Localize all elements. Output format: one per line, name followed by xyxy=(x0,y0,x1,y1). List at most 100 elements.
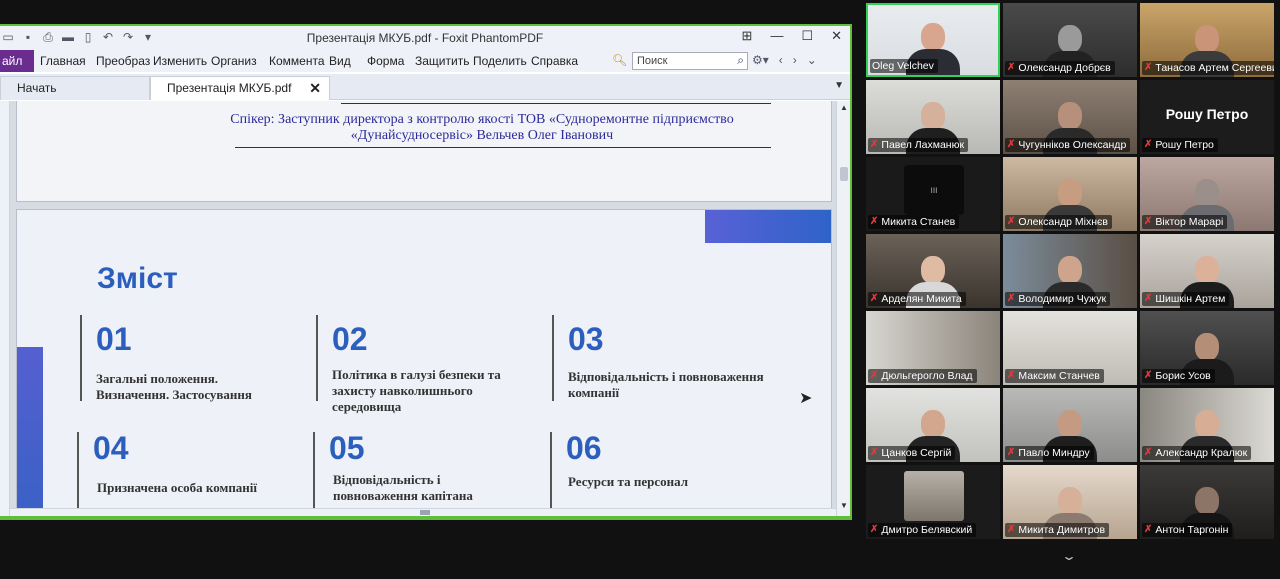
participant-tile[interactable]: ✗ Шишкін Артем xyxy=(1140,234,1274,308)
participant-tile[interactable]: ✗ Олександр Міхнєв xyxy=(1003,157,1137,231)
participant-tile[interactable]: ✗ Арделян Микита xyxy=(866,234,1000,308)
foxit-window: ▭ ▪ ⎙ ▬ ▯ ↶ ↷ ▾ Презентація МКУБ.pdf - F… xyxy=(0,26,850,516)
participant-tile[interactable]: ✗ Володимир Чужук xyxy=(1003,234,1137,308)
participant-name-label: ✗ Віктор Марарі xyxy=(1142,215,1228,229)
vertical-scroll-thumb[interactable] xyxy=(840,167,848,181)
mic-muted-icon: ✗ xyxy=(1007,293,1016,304)
horizontal-scrollbar[interactable] xyxy=(10,508,836,516)
participant-name: Олександр Міхнєв xyxy=(1018,216,1108,228)
menu-form[interactable]: Форма xyxy=(367,54,415,68)
horizontal-scroll-thumb[interactable] xyxy=(420,510,430,515)
participant-tile[interactable]: ✗ Павел Лахманюк xyxy=(866,80,1000,154)
mouse-cursor-icon: ➤ xyxy=(799,390,813,407)
participant-tile[interactable]: ✗ Дмитро Белявский xyxy=(866,465,1000,539)
menu-right-icons: ⚙▾ ‹ › ⌄ xyxy=(752,53,817,67)
menu-help[interactable]: Справка xyxy=(531,54,587,68)
speaker-line-1: Спікер: Заступник директора з контролю я… xyxy=(230,112,734,127)
bottom-rule xyxy=(235,147,771,148)
forward-arrow-icon[interactable]: › xyxy=(793,53,797,67)
participant-name-label: ✗ Арделян Микита xyxy=(868,292,966,306)
minimize-icon[interactable]: — xyxy=(770,28,783,44)
participant-tile[interactable]: ✗ Олександр Добрєв xyxy=(1003,3,1137,77)
maximize-icon[interactable]: ☐ xyxy=(801,28,813,44)
document-area: Спікер: Заступник директора з контролю я… xyxy=(0,101,850,516)
menu-share[interactable]: Поделить xyxy=(473,54,531,68)
participant-tile[interactable]: ✗ Танасов Артем Сергеевич xyxy=(1140,3,1274,77)
gear-icon[interactable]: ⚙▾ xyxy=(752,53,769,67)
pdf-page-1: Спікер: Заступник директора з контролю я… xyxy=(16,101,832,202)
navigation-panel-strip[interactable] xyxy=(0,101,10,516)
participant-name: Танасов Артем Сергеевич xyxy=(1155,62,1274,74)
participant-tile[interactable]: ✗ Цанков Сергій xyxy=(866,388,1000,462)
mic-muted-icon: ✗ xyxy=(1144,524,1153,535)
menu-organize[interactable]: Организ xyxy=(211,54,269,68)
mic-muted-icon: ✗ xyxy=(870,139,879,150)
expand-ribbon-icon[interactable]: ⌄ xyxy=(807,53,817,67)
participant-tile[interactable]: ווו ✗ Микита Станев xyxy=(866,157,1000,231)
participant-tile[interactable]: Рошу Петро ✗ Рошу Петро xyxy=(1140,80,1274,154)
scroll-down-icon[interactable]: ▼ xyxy=(840,501,848,510)
participant-tile[interactable]: ✗ Борис Усов xyxy=(1140,311,1274,385)
mic-muted-icon: ✗ xyxy=(1144,216,1153,227)
participant-name-label: ✗ Володимир Чужук xyxy=(1005,292,1111,306)
participant-tile[interactable]: ✗ Александр Кралюк xyxy=(1140,388,1274,462)
vertical-scrollbar[interactable]: ▲ ▼ xyxy=(836,101,850,516)
speaker-line-2: «Дунайсудносервіс» Вельчев Олег Іванович xyxy=(350,128,614,143)
participant-name-label: ✗ Дмитро Белявский xyxy=(868,523,977,537)
small-video-thumbnail xyxy=(904,471,964,521)
menu-view[interactable]: Вид xyxy=(329,54,367,68)
decorative-left-bar xyxy=(17,347,43,508)
participant-name: Чугунніков Олександр xyxy=(1018,139,1127,151)
participant-gallery: Oleg Velchev ✗ Олександр Добрєв ✗ Танасов … xyxy=(866,3,1280,543)
close-window-icon[interactable]: ✕ xyxy=(831,28,842,44)
back-arrow-icon[interactable]: ‹ xyxy=(779,53,783,67)
participant-name-label: ✗ Александр Кралюк xyxy=(1142,446,1252,460)
participant-name: Віктор Марарі xyxy=(1155,216,1224,228)
participant-name-label: Oleg Velchev xyxy=(870,59,938,73)
participant-name-label: ✗ Микита Димитров xyxy=(1005,523,1110,537)
menu-convert[interactable]: Преобраз xyxy=(96,54,153,68)
participant-name: Павло Миндру xyxy=(1018,447,1090,459)
item-text: Відповідальність і повноваження капітана xyxy=(333,472,473,503)
tab-start-label: Начать xyxy=(17,81,57,95)
chevron-down-icon[interactable]: ⌄ xyxy=(1061,549,1077,563)
close-tab-icon[interactable]: ✕ xyxy=(309,77,321,99)
menu-home[interactable]: Главная xyxy=(40,54,96,68)
search-placeholder: Поиск xyxy=(637,55,668,67)
search-input[interactable]: Поиск ⌕ xyxy=(632,52,748,70)
scroll-up-icon[interactable]: ▲ xyxy=(840,103,848,112)
participant-name: Цанков Сергій xyxy=(881,447,952,459)
tab-start[interactable]: Начать xyxy=(0,76,150,100)
menu-protect[interactable]: Защитить xyxy=(415,54,473,68)
participant-tile[interactable]: ✗ Антон Таргонін xyxy=(1140,465,1274,539)
item-number: 04 xyxy=(93,430,129,466)
mic-muted-icon: ✗ xyxy=(1144,447,1153,458)
mic-muted-icon: ✗ xyxy=(870,293,879,304)
menu-comment[interactable]: Коммента xyxy=(269,54,329,68)
participant-tile[interactable]: ✗ Дюльгерогло Влад xyxy=(866,311,1000,385)
tab-list-dropdown-icon[interactable]: ▼ xyxy=(834,80,844,91)
find-icon[interactable]: 🔍︎ xyxy=(612,53,627,67)
participant-tile[interactable]: ✗ Чугунніков Олександр xyxy=(1003,80,1137,154)
search-icon[interactable]: ⌕ xyxy=(737,53,744,68)
file-menu[interactable]: айл xyxy=(0,50,34,72)
participant-tile[interactable]: ✗ Микита Димитров xyxy=(1003,465,1137,539)
participant-name: Микита Димитров xyxy=(1018,524,1106,536)
participant-name: Борис Усов xyxy=(1155,370,1211,382)
mic-muted-icon: ✗ xyxy=(1144,62,1153,73)
ribbon-toggle-icon[interactable]: ⊞ xyxy=(742,28,753,44)
tab-presentation[interactable]: Презентація МКУБ.pdf ✕ xyxy=(150,76,330,100)
participant-tile[interactable]: Oleg Velchev xyxy=(866,3,1000,77)
participant-name: Александр Кралюк xyxy=(1155,447,1248,459)
participant-name: Рошу Петро xyxy=(1155,139,1214,151)
participant-tile[interactable]: ✗ Павло Миндру xyxy=(1003,388,1137,462)
participant-tile[interactable]: ✗ Максим Станчев xyxy=(1003,311,1137,385)
mic-muted-icon: ✗ xyxy=(1007,216,1016,227)
menu-edit[interactable]: Изменить xyxy=(153,54,211,68)
item-number: 03 xyxy=(568,321,604,357)
participant-tile[interactable]: ✗ Віктор Марарі xyxy=(1140,157,1274,231)
title-bar: ▭ ▪ ⎙ ▬ ▯ ↶ ↷ ▾ Презентація МКУБ.pdf - F… xyxy=(0,26,850,50)
mic-muted-icon: ✗ xyxy=(1007,62,1016,73)
tab-presentation-label: Презентація МКУБ.pdf xyxy=(167,81,292,95)
item-divider xyxy=(316,315,318,401)
